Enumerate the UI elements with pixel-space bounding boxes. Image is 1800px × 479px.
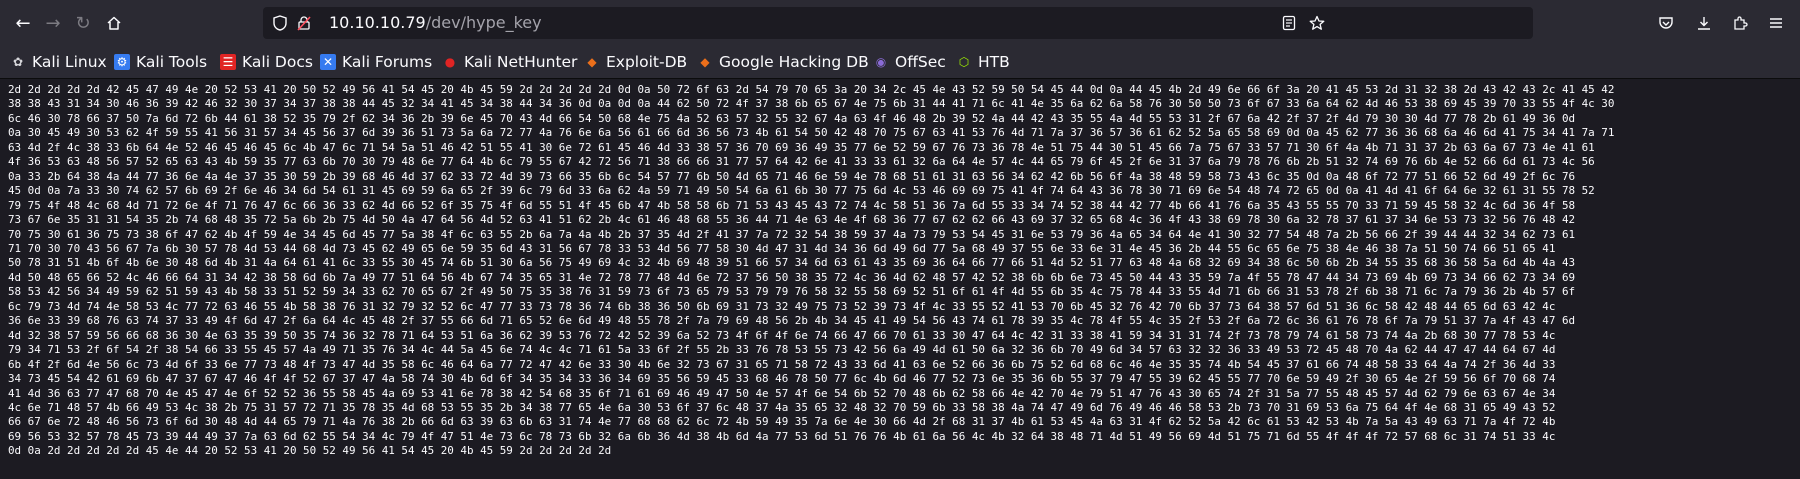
hex-line: 73 67 6e 35 31 31 54 35 2b 74 68 48 35 7…: [8, 213, 1576, 227]
url-path: /dev/hype_key: [425, 13, 542, 32]
hex-line: 71 70 30 70 43 56 67 7a 6b 30 57 78 4d 5…: [8, 241, 1556, 255]
extensions-icon: [1734, 16, 1748, 30]
bookmark-label: OffSec: [895, 53, 946, 71]
hex-line: 50 78 31 51 4b 6f 4b 6e 30 48 6d 4b 31 4…: [8, 256, 1576, 270]
hex-line: 45 0d 0a 7a 33 30 74 62 57 6b 69 2f 6e 4…: [8, 184, 1595, 198]
reload-button[interactable]: ↻: [69, 9, 97, 37]
shield-icon[interactable]: [269, 7, 291, 39]
hex-line: 0a 33 2b 64 38 4a 44 77 36 6e 4a 4e 37 3…: [8, 169, 1576, 183]
hex-line: 0a 30 45 49 30 53 62 4f 59 55 41 56 31 5…: [8, 126, 1615, 140]
forward-button[interactable]: →: [39, 9, 67, 37]
hex-line: 79 34 71 53 2f 6f 54 2f 38 54 66 33 55 4…: [8, 343, 1556, 357]
bookmark-label: Google Hacking DB: [719, 53, 869, 71]
page-content: 2d 2d 2d 2d 2d 42 45 47 49 4e 20 52 53 4…: [0, 79, 1800, 479]
bookmark-label: Kali Docs: [242, 53, 313, 71]
menu-icon: [1770, 18, 1782, 28]
url-host: 10.10.10.79: [329, 13, 426, 32]
hex-line: 4d 50 48 65 66 52 4c 46 66 64 31 34 42 3…: [8, 270, 1576, 284]
hex-line: 4d 32 38 57 59 56 66 68 36 30 4e 63 35 3…: [8, 328, 1556, 342]
bookmark-label: Kali NetHunter: [464, 53, 578, 71]
hex-line: 6c 46 30 78 66 37 50 7a 6d 72 6b 44 61 3…: [8, 111, 1576, 125]
hex-line: 0d 0a 2d 2d 2d 2d 2d 45 4e 44 20 52 53 4…: [8, 444, 612, 458]
hex-line: 6b 4f 2f 6d 4e 56 6c 73 4d 6f 33 6e 77 7…: [8, 357, 1556, 371]
hex-line: 66 67 6e 72 48 46 56 73 6f 6d 30 48 4d 4…: [8, 415, 1556, 429]
hex-line: 4c 6e 71 48 57 4b 66 49 53 4c 38 2b 75 3…: [8, 400, 1556, 414]
hex-line: 70 75 30 61 36 75 73 38 6f 47 62 4b 4f 5…: [8, 227, 1576, 241]
hex-line: 58 53 42 56 34 49 59 62 51 59 43 4b 58 3…: [8, 285, 1576, 299]
bookmarks-toolbar: ✿ Kali Linux ⚙ Kali Tools ☰ Kali Docs ✕ Kali…: [0, 46, 1800, 79]
star-icon[interactable]: [1305, 7, 1329, 39]
bookmark-google-hacking-db[interactable]: ◆ Google Hacking DB: [697, 46, 869, 78]
kali-icon: ✿: [12, 55, 24, 69]
bookmark-kali-linux[interactable]: ✿ Kali Linux: [10, 46, 107, 78]
reader-view-icon[interactable]: [1277, 7, 1301, 39]
exploitdb-icon: ◆: [587, 55, 597, 69]
hex-line: 4f 36 53 63 48 56 57 52 65 63 43 4b 59 3…: [8, 155, 1595, 169]
bookmark-offsec[interactable]: ◉ OffSec: [873, 46, 946, 78]
kali-forums-icon: ✕: [320, 54, 336, 70]
hex-line: 2d 2d 2d 2d 2d 42 45 47 49 4e 20 52 53 4…: [8, 83, 1615, 96]
bookmark-label: Kali Forums: [342, 53, 433, 71]
downloads-button[interactable]: [1690, 9, 1718, 37]
htb-icon: ⬡: [958, 55, 970, 69]
nethunter-icon: ●: [444, 55, 456, 69]
back-button[interactable]: ←: [9, 9, 37, 37]
home-icon: [107, 16, 121, 30]
bookmark-kali-tools[interactable]: ⚙ Kali Tools: [114, 46, 207, 78]
hex-line: 36 6e 33 39 68 76 63 74 37 33 49 4f 6d 4…: [8, 314, 1576, 328]
home-button[interactable]: [100, 9, 128, 37]
bookmark-kali-docs[interactable]: ☰ Kali Docs: [220, 46, 313, 78]
bookmark-label: HTB: [978, 53, 1010, 71]
bookmark-kali-nethunter[interactable]: ● Kali NetHunter: [442, 46, 578, 78]
hex-line: 79 75 4f 48 4c 68 4d 71 72 6e 4f 71 76 4…: [8, 198, 1576, 212]
insecure-lock-icon[interactable]: [293, 7, 315, 39]
bookmark-label: Kali Linux: [32, 53, 107, 71]
arrow-left-icon: ←: [15, 12, 31, 34]
arrow-right-icon: →: [45, 12, 61, 34]
extensions-button[interactable]: [1726, 9, 1754, 37]
bookmark-exploit-db[interactable]: ◆ Exploit-DB: [584, 46, 687, 78]
hex-line: 63 4d 2f 4c 38 33 6b 64 4e 52 46 45 46 4…: [8, 140, 1595, 154]
pocket-button[interactable]: [1652, 9, 1680, 37]
address-bar[interactable]: 10.10.10.79/dev/hype_key: [263, 7, 1533, 39]
bookmark-label: Kali Tools: [136, 53, 208, 71]
hex-line: 38 38 43 31 34 30 46 36 39 42 46 32 30 3…: [8, 97, 1615, 111]
bookmark-kali-forums[interactable]: ✕ Kali Forums: [320, 46, 432, 78]
bookmark-label: Exploit-DB: [606, 53, 688, 71]
hex-line: 41 4d 36 63 77 47 68 70 4e 45 47 4e 6f 5…: [8, 386, 1556, 400]
reload-icon: ↻: [75, 12, 91, 34]
hex-line: 6c 79 73 4d 74 4e 58 53 4c 77 72 63 46 5…: [8, 299, 1556, 313]
browser-toolbar: ← → ↻ 10.10.10.79/dev/hype_key: [0, 0, 1800, 46]
download-icon: [1698, 17, 1710, 30]
ghdb-icon: ◆: [700, 55, 710, 69]
offsec-icon: ◉: [875, 55, 887, 69]
url-text[interactable]: 10.10.10.79/dev/hype_key: [329, 7, 542, 39]
menu-button[interactable]: [1762, 9, 1790, 37]
kali-tools-icon: ⚙: [114, 54, 130, 70]
hex-line: 69 56 53 32 57 78 45 73 39 44 49 37 7a 6…: [8, 429, 1556, 443]
bookmark-htb[interactable]: ⬡ HTB: [956, 46, 1010, 78]
hex-line: 34 73 45 54 42 61 69 6b 47 37 67 47 46 4…: [8, 372, 1556, 386]
pocket-icon: [1659, 17, 1673, 29]
hex-dump-text: 2d 2d 2d 2d 2d 42 45 47 49 4e 20 52 53 4…: [8, 83, 1614, 459]
kali-docs-icon: ☰: [220, 54, 236, 70]
